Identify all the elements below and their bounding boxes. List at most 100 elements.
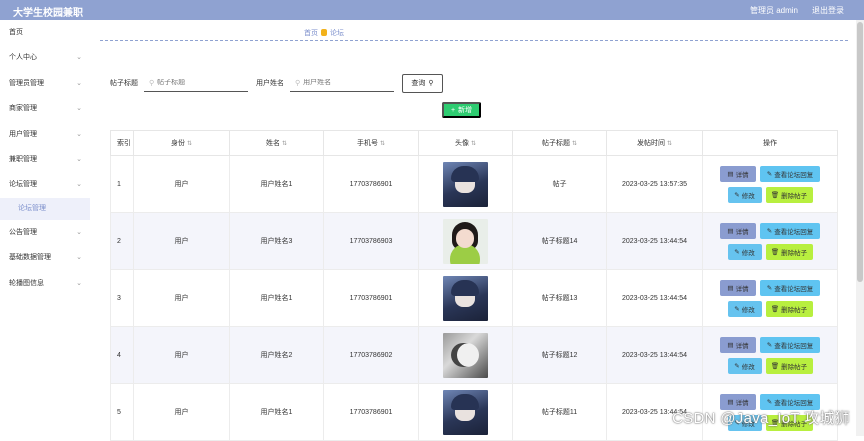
search-icon: ⚲ — [428, 79, 433, 87]
edit-button[interactable]: ✎修改 — [728, 244, 762, 260]
view-replies-button-label: 查看论坛回复 — [774, 226, 813, 236]
add-button[interactable]: + 新增 — [442, 102, 481, 118]
column-header[interactable]: 头像⇅ — [419, 131, 513, 156]
sidebar: 首页个人中心⌄管理员管理⌄商家管理⌄用户管理⌄兼职管理⌄论坛管理⌄论坛管理公告管… — [0, 20, 90, 436]
column-header[interactable]: 身份⇅ — [134, 131, 230, 156]
sort-icon[interactable]: ⇅ — [471, 141, 476, 147]
sort-icon[interactable]: ⇅ — [572, 141, 577, 147]
sidebar-item[interactable]: 管理员管理⌄ — [0, 71, 90, 96]
sort-icon[interactable]: ⇅ — [187, 141, 192, 147]
title-filter-label: 帖子标题 — [110, 78, 138, 88]
row-role: 用户 — [134, 156, 230, 213]
search-icon: ⚲ — [149, 79, 154, 87]
detail-button[interactable]: ▤详情 — [720, 223, 756, 239]
column-header[interactable]: 帖子标题⇅ — [513, 131, 607, 156]
sort-icon[interactable]: ⇅ — [380, 141, 385, 147]
edit-button[interactable]: ✎修改 — [728, 358, 762, 374]
table-header-row: 索引身份⇅姓名⇅手机号⇅头像⇅帖子标题⇅发帖时间⇅操作 — [111, 131, 838, 156]
edit-button[interactable]: ✎修改 — [728, 187, 762, 203]
delete-button-label: 删除帖子 — [781, 247, 807, 257]
sidebar-item[interactable]: 基础数据管理⌄ — [0, 245, 90, 270]
sidebar-item-label: 公告管理 — [9, 229, 37, 236]
edit-icon: ✎ — [734, 305, 739, 313]
sidebar-item[interactable]: 个人中心⌄ — [0, 45, 90, 70]
edit-icon: ✎ — [767, 227, 772, 235]
view-replies-button[interactable]: ✎查看论坛回复 — [760, 166, 820, 182]
sidebar-subitem-forum[interactable]: 论坛管理 — [0, 198, 90, 220]
row-name: 用户姓名2 — [230, 327, 324, 384]
sort-icon[interactable]: ⇅ — [282, 141, 287, 147]
view-replies-button-label: 查看论坛回复 — [774, 397, 813, 407]
sort-icon[interactable]: ⇅ — [667, 141, 672, 147]
view-replies-button[interactable]: ✎查看论坛回复 — [760, 280, 820, 296]
row-role: 用户 — [134, 270, 230, 327]
search-button[interactable]: 查询 ⚲ — [402, 74, 443, 93]
user-filter-field[interactable]: ⚲ — [290, 74, 394, 92]
detail-button[interactable]: ▤详情 — [720, 166, 756, 182]
table-row: 1用户用户姓名117703786901帖子2023-03-25 13:57:35… — [111, 156, 838, 213]
delete-button[interactable]: 🗑删除帖子 — [766, 187, 813, 203]
chevron-down-icon: ⌄ — [76, 71, 82, 96]
row-title: 帖子标题12 — [513, 327, 607, 384]
view-replies-button[interactable]: ✎查看论坛回复 — [760, 337, 820, 353]
column-header: 操作 — [703, 131, 838, 156]
edit-icon: ✎ — [767, 341, 772, 349]
search-button-label: 查询 — [411, 78, 425, 88]
breadcrumb: 首页论坛 — [304, 28, 344, 38]
breadcrumb-divider — [100, 40, 848, 41]
row-actions: ▤详情✎查看论坛回复✎修改🗑删除帖子 — [703, 213, 838, 270]
scrollbar-thumb[interactable] — [857, 22, 863, 282]
row-name: 用户姓名1 — [230, 156, 324, 213]
sidebar-item[interactable]: 商家管理⌄ — [0, 96, 90, 121]
edit-button-label: 修改 — [742, 247, 755, 257]
top-bar: 大学生校园兼职 管理员 admin 退出登录 — [0, 0, 864, 20]
row-phone: 17703786903 — [324, 213, 419, 270]
sidebar-item[interactable]: 用户管理⌄ — [0, 122, 90, 147]
sidebar-item-label: 兼职管理 — [9, 156, 37, 163]
delete-button[interactable]: 🗑删除帖子 — [766, 244, 813, 260]
column-header-label: 发帖时间 — [637, 140, 665, 147]
title-filter-field[interactable]: ⚲ — [144, 74, 248, 92]
sidebar-item[interactable]: 首页 — [0, 20, 90, 45]
logout-link[interactable]: 退出登录 — [812, 5, 844, 16]
detail-icon: ▤ — [727, 398, 733, 406]
user-filter-label: 用户姓名 — [256, 78, 284, 88]
column-header[interactable]: 手机号⇅ — [324, 131, 419, 156]
row-time: 2023-03-25 13:44:54 — [607, 327, 703, 384]
trash-icon: 🗑 — [771, 305, 779, 313]
row-phone: 17703786902 — [324, 327, 419, 384]
user-filter-input[interactable] — [303, 79, 383, 86]
view-replies-button-label: 查看论坛回复 — [774, 169, 813, 179]
title-filter-input[interactable] — [157, 79, 237, 86]
sidebar-item[interactable]: 公告管理⌄ — [0, 220, 90, 245]
delete-button[interactable]: 🗑删除帖子 — [766, 301, 813, 317]
row-actions: ▤详情✎查看论坛回复✎修改🗑删除帖子 — [703, 156, 838, 213]
sidebar-item[interactable]: 论坛管理⌄ — [0, 172, 90, 197]
column-header-label: 帖子标题 — [542, 140, 570, 147]
row-avatar — [419, 213, 513, 270]
column-header[interactable]: 发帖时间⇅ — [607, 131, 703, 156]
sidebar-item[interactable]: 轮播图信息⌄ — [0, 271, 90, 296]
scrollbar[interactable] — [856, 20, 864, 436]
chevron-down-icon: ⌄ — [76, 172, 82, 197]
row-title: 帖子 — [513, 156, 607, 213]
row-name: 用户姓名1 — [230, 384, 324, 441]
detail-button-label: 详情 — [736, 283, 749, 293]
detail-button[interactable]: ▤详情 — [720, 280, 756, 296]
edit-icon: ✎ — [767, 170, 772, 178]
avatar-image — [443, 219, 488, 264]
column-header-label: 索引 — [117, 140, 131, 147]
breadcrumb-home[interactable]: 首页 — [304, 30, 318, 37]
detail-button[interactable]: ▤详情 — [720, 337, 756, 353]
view-replies-button[interactable]: ✎查看论坛回复 — [760, 223, 820, 239]
edit-button[interactable]: ✎修改 — [728, 301, 762, 317]
delete-button[interactable]: 🗑删除帖子 — [766, 358, 813, 374]
chevron-down-icon: ⌄ — [76, 271, 82, 296]
column-header-label: 身份 — [171, 140, 185, 147]
row-avatar — [419, 270, 513, 327]
chevron-down-icon: ⌄ — [76, 147, 82, 172]
edit-icon: ✎ — [734, 248, 739, 256]
column-header[interactable]: 姓名⇅ — [230, 131, 324, 156]
sidebar-item[interactable]: 兼职管理 ⌄ — [0, 147, 90, 172]
filter-bar: 帖子标题 ⚲ 用户姓名 ⚲ 查询 ⚲ — [110, 74, 443, 92]
